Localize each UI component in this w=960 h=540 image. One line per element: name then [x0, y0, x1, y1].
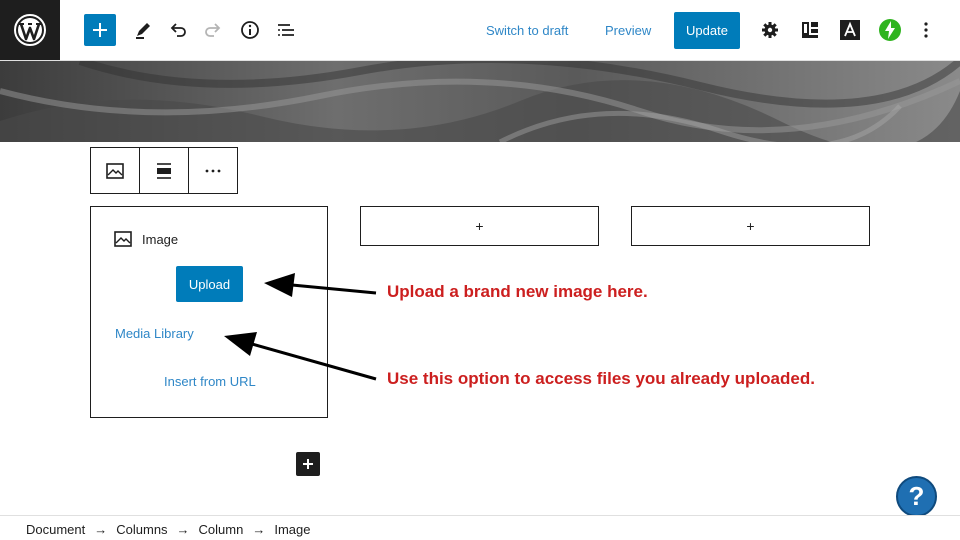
- editor-frame: Switch to draft Preview Update Image Upl…: [0, 0, 960, 540]
- align-icon: [157, 162, 171, 179]
- breadcrumb-item-image: Image: [274, 522, 311, 537]
- plus-icon: [303, 459, 313, 469]
- breadcrumb: Document → Columns → Column → Image: [26, 522, 310, 537]
- column-2-block-appender[interactable]: +: [360, 206, 599, 246]
- settings-button[interactable]: [755, 15, 785, 45]
- image-block-header: Image: [113, 229, 178, 249]
- pencil-icon: [136, 23, 150, 39]
- annotation-media-library: Use this option to access files you alre…: [387, 369, 815, 388]
- list-view-icon: [278, 24, 294, 36]
- gear-icon: [762, 22, 778, 38]
- annotation-upload: Upload a brand new image here.: [387, 282, 648, 301]
- preview-button[interactable]: Preview: [605, 21, 651, 41]
- add-block-button[interactable]: [296, 452, 320, 476]
- redo-button[interactable]: [198, 15, 228, 45]
- breadcrumb-separator: →: [94, 522, 108, 537]
- bolt-icon: [879, 19, 901, 41]
- cover-image: [0, 61, 960, 142]
- undo-button[interactable]: [163, 15, 193, 45]
- update-button[interactable]: Update: [674, 12, 740, 49]
- more-horizontal-icon: [205, 169, 221, 172]
- block-inserter-button[interactable]: [84, 14, 116, 46]
- font-plugin-button[interactable]: [835, 15, 865, 45]
- breadcrumb-item-document[interactable]: Document: [26, 522, 85, 537]
- switch-to-draft-button[interactable]: Switch to draft: [486, 21, 568, 41]
- breadcrumb-item-columns[interactable]: Columns: [116, 522, 167, 537]
- more-options-button[interactable]: [189, 148, 237, 193]
- info-icon: [241, 21, 259, 39]
- top-toolbar: Switch to draft Preview Update: [0, 0, 960, 61]
- block-breadcrumb-bar: Document → Columns → Column → Image: [0, 515, 960, 540]
- breadcrumb-separator: →: [176, 522, 190, 537]
- upload-button[interactable]: Upload: [176, 266, 243, 302]
- undo-icon: [170, 23, 186, 37]
- options-button[interactable]: [911, 15, 941, 45]
- breadcrumb-separator: →: [252, 522, 266, 537]
- layout-plugin-button[interactable]: [795, 15, 825, 45]
- image-icon: [114, 231, 132, 247]
- more-vertical-icon: [924, 22, 928, 38]
- image-block-placeholder: Image Upload Media Library Insert from U…: [90, 206, 328, 418]
- redo-icon: [205, 23, 221, 37]
- block-toolbar: [90, 147, 238, 194]
- insert-from-url-button[interactable]: Insert from URL: [164, 374, 256, 389]
- wordpress-logo-icon[interactable]: [0, 0, 60, 60]
- help-button[interactable]: ?: [896, 476, 937, 517]
- jetpack-button[interactable]: [875, 15, 905, 45]
- block-type-button[interactable]: [91, 148, 140, 193]
- column-3-block-appender[interactable]: +: [631, 206, 870, 246]
- tools-button[interactable]: [128, 15, 158, 45]
- image-block-label: Image: [142, 231, 179, 247]
- help-icon: ?: [908, 481, 925, 511]
- image-icon: [106, 162, 124, 179]
- breadcrumb-item-column[interactable]: Column: [199, 522, 244, 537]
- align-button[interactable]: [140, 148, 189, 193]
- list-view-button[interactable]: [271, 15, 301, 45]
- block-layout-icon: [802, 22, 818, 38]
- a-letter-icon: [840, 20, 860, 40]
- media-library-button[interactable]: Media Library: [115, 326, 194, 341]
- plus-icon: [93, 23, 107, 37]
- details-button[interactable]: [235, 15, 265, 45]
